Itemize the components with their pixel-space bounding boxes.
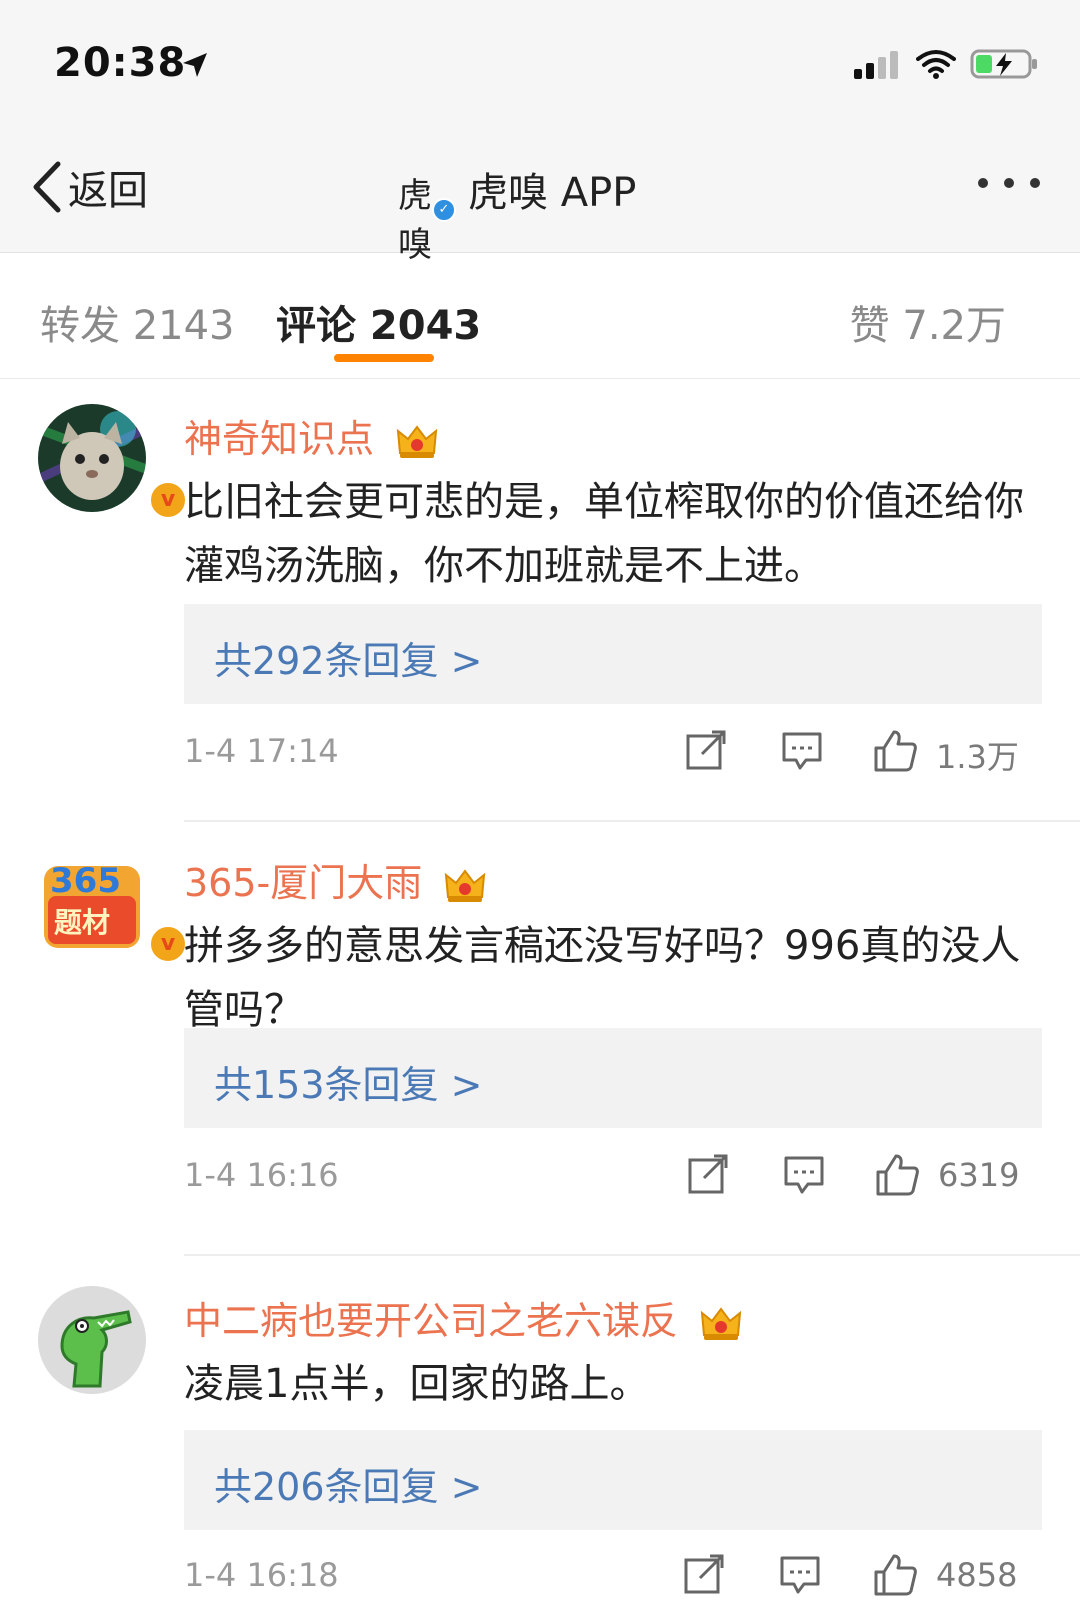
comment-icon[interactable] [778,1552,822,1596]
active-tab-indicator [334,354,434,362]
replies-count-label: 共153条回复 > [214,1063,483,1107]
battery-icon [970,49,1037,79]
back-label: 返回 [68,168,148,214]
comment-icon[interactable] [782,1152,826,1196]
crocodile-avatar-icon [38,1286,146,1394]
avatar[interactable]: v [38,404,188,520]
comment-meta: 1-4 16:16 6319 [184,1152,1042,1202]
username-text: 中二病也要开公司之老六谋反 [184,1299,679,1343]
comment-username[interactable]: 中二病也要开公司之老六谋反 [184,1290,742,1345]
divider [184,1254,1080,1256]
replies-count-label: 共206条回复 > [214,1465,483,1509]
share-icon[interactable] [682,1552,726,1596]
avatar[interactable] [38,1286,146,1394]
comment-meta: 1-4 17:14 1.3万 [184,728,1042,778]
comment-text: 拼多多的意思发言稿还没写好吗？996真的没人管吗？ [184,923,1021,1033]
view-replies-button[interactable]: 共206条回复 > [184,1430,1042,1530]
like-icon[interactable] [874,1152,920,1198]
divider [184,820,1080,822]
comment-text: 凌晨1点半，回家的路上。 [184,1361,650,1407]
comment-icon[interactable] [780,728,824,772]
top-bar: 20:38 返回 虎嗅 ✓ 虎嗅 APP [0,0,1080,265]
more-dot-icon [1004,178,1014,188]
avatar-365-text: 365 [50,861,121,901]
like-icon[interactable] [872,728,918,774]
share-icon[interactable] [686,1152,730,1196]
avatar[interactable]: 365 题材 v [38,848,188,964]
location-arrow-icon [183,53,207,77]
crown-vip-icon [396,424,438,458]
like-count: 4858 [936,1556,1018,1594]
comment-username[interactable]: 神奇知识点 [184,408,438,463]
verified-v-badge-icon: v [148,924,188,964]
signal-icon [854,51,898,79]
more-dot-icon [978,178,988,188]
wifi-icon [916,50,956,79]
comment-meta: 1-4 16:18 4858 [184,1552,1042,1602]
crown-vip-icon [445,868,486,902]
status-icons [852,48,1040,80]
tab-likes[interactable]: 赞 7.2万 [850,293,1006,351]
brand-logo: 虎嗅 ✓ [398,162,456,265]
comment-date: 1-4 17:14 [184,732,339,770]
tab-reposts[interactable]: 转发 2143 [40,293,235,351]
like-count: 6319 [938,1156,1020,1194]
comment-date: 1-4 16:18 [184,1556,339,1594]
more-dot-icon [1030,178,1040,188]
tab-bar: 转发 2143 评论 2043 赞 7.2万 [0,253,1080,379]
back-button[interactable]: 返回 [30,158,148,216]
like-count: 1.3万 [936,738,1019,776]
username-text: 神奇知识点 [184,417,375,461]
page-title: 虎嗅 APP [468,170,637,216]
like-icon[interactable] [872,1552,918,1598]
calendar-365-avatar-icon: 365 题材 [44,861,140,948]
chevron-left-icon [33,161,61,213]
comment-date: 1-4 16:16 [184,1156,339,1194]
share-icon[interactable] [684,728,728,772]
comment-username[interactable]: 365-厦门大雨 [184,852,486,907]
crown-vip-icon [700,1306,742,1340]
cat-avatar-icon [38,404,146,512]
status-time: 20:38 [54,40,187,86]
tab-comments[interactable]: 评论 2043 [276,293,481,351]
verified-badge-icon: ✓ [432,198,456,222]
view-replies-button[interactable]: 共153条回复 > [184,1028,1042,1128]
username-text: 365-厦门大雨 [184,861,423,905]
avatar-sub-text: 题材 [54,906,110,939]
replies-count-label: 共292条回复 > [214,639,483,683]
more-options-button[interactable] [978,178,1040,188]
verified-v-badge-icon: v [148,480,188,520]
nav-title-group: 虎嗅 ✓ 虎嗅 APP [398,160,637,265]
comment-text: 比旧社会更可悲的是，单位榨取你的价值还给你灌鸡汤洗脑，你不加班就是不上进。 [184,479,1024,589]
view-replies-button[interactable]: 共292条回复 > [184,604,1042,704]
